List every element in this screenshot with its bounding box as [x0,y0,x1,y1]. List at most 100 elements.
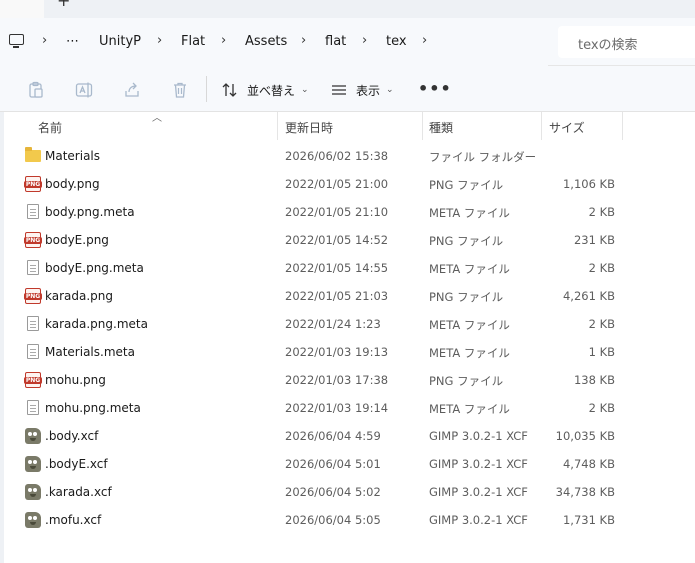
file-type: GIMP 3.0.2-1 XCF [429,457,528,471]
new-tab-button[interactable]: + [57,0,70,9]
chevron-down-icon: ⌄ [386,85,394,95]
png-file-icon [24,288,42,304]
column-header-size[interactable]: サイズ [549,119,585,136]
more-options-button[interactable]: ••• [418,79,452,98]
column-divider[interactable] [422,112,423,140]
file-name: bodyE.png.meta [45,261,144,275]
file-type: ファイル フォルダー [429,150,537,164]
breadcrumb-overflow[interactable]: ⋯ [66,34,79,49]
active-tab[interactable] [0,0,44,18]
breadcrumb-item-assets[interactable]: Assets [245,34,287,49]
view-label: 表示 [356,83,381,98]
file-row[interactable]: .karada.xcf 2026/06/04 5:02 GIMP 3.0.2-1… [4,478,695,506]
file-type: GIMP 3.0.2-1 XCF [429,485,528,499]
file-date: 2022/01/05 14:52 [285,233,389,247]
file-row[interactable]: body.png.meta 2022/01/05 21:10 META ファイル… [4,198,695,226]
file-date: 2026/06/04 5:05 [285,513,381,527]
png-file-icon [24,176,42,192]
png-file-icon [24,372,42,388]
file-name: .mofu.xcf [45,513,102,527]
file-type: GIMP 3.0.2-1 XCF [429,513,528,527]
file-name: karada.png.meta [45,317,148,331]
file-date: 2022/01/05 21:00 [285,177,389,191]
gimp-file-icon [25,484,41,500]
column-header-type[interactable]: 種類 [429,119,453,136]
chevron-right-icon[interactable]: › [157,33,162,48]
file-type: GIMP 3.0.2-1 XCF [429,429,528,443]
file-size: 34,738 KB [555,485,615,499]
file-date: 2022/01/05 14:55 [285,261,389,275]
breadcrumb-item-unityp[interactable]: UnityP [99,34,141,49]
command-bar: 並べ替え ⌄ 表示 ⌄ ••• [0,66,695,112]
share-icon[interactable] [123,81,141,99]
file-size: 138 KB [573,373,615,387]
file-name: body.png.meta [45,205,135,219]
document-icon [27,344,39,359]
breadcrumb-item-flat[interactable]: Flat [181,34,205,49]
file-row[interactable]: Materials.meta 2022/01/03 19:13 META ファイ… [4,338,695,366]
file-row[interactable]: bodyE.png 2022/01/05 14:52 PNG ファイル 231 … [4,226,695,254]
chevron-right-icon[interactable]: › [221,33,226,48]
file-row[interactable]: .bodyE.xcf 2026/06/04 5:01 GIMP 3.0.2-1 … [4,450,695,478]
png-file-icon [24,232,42,248]
file-type: PNG ファイル [429,234,504,248]
column-divider[interactable] [622,112,623,140]
file-name: .bodyE.xcf [45,457,108,471]
file-row[interactable]: body.png 2022/01/05 21:00 PNG ファイル 1,106… [4,170,695,198]
chevron-down-icon: ⌄ [301,85,309,95]
column-divider[interactable] [277,112,278,140]
column-header-name[interactable]: 名前 [38,119,62,136]
paste-icon[interactable] [27,81,45,99]
search-box[interactable]: texの検索 [558,26,695,58]
toolbar-divider [206,76,207,102]
file-name: .body.xcf [45,429,99,443]
file-type: META ファイル [429,262,510,276]
file-name: mohu.png.meta [45,401,141,415]
file-type: META ファイル [429,402,510,416]
sort-button[interactable]: 並べ替え ⌄ [221,80,309,100]
gimp-file-icon [25,512,41,528]
tab-strip: + [0,0,695,18]
search-input[interactable]: texの検索 [578,34,638,53]
delete-icon[interactable] [171,81,189,99]
file-size: 10,035 KB [555,429,615,443]
file-name: Materials [45,149,101,163]
file-size: 231 KB [573,233,615,247]
file-row[interactable]: karada.png.meta 2022/01/24 1:23 META ファイ… [4,310,695,338]
file-name: body.png [45,177,100,191]
column-divider[interactable] [541,112,542,140]
chevron-right-icon[interactable]: › [422,33,427,48]
file-date: 2022/01/03 19:14 [285,401,389,415]
file-type: PNG ファイル [429,374,504,388]
file-size: 2 KB [588,317,615,331]
file-size: 2 KB [588,261,615,275]
chevron-right-icon[interactable]: › [42,33,47,48]
rename-icon[interactable] [75,81,93,99]
chevron-right-icon[interactable]: › [362,33,367,48]
file-row[interactable]: .body.xcf 2026/06/04 4:59 GIMP 3.0.2-1 X… [4,422,695,450]
folder-icon [25,147,41,162]
file-name: karada.png [45,289,114,303]
file-row[interactable]: bodyE.png.meta 2022/01/05 14:55 META ファイ… [4,254,695,282]
file-row[interactable]: mohu.png.meta 2022/01/03 19:14 META ファイル… [4,394,695,422]
document-icon [27,400,39,415]
breadcrumb-item-tex[interactable]: tex [386,34,407,49]
this-pc-icon[interactable] [9,34,24,48]
file-row[interactable]: Materials 2026/06/02 15:38 ファイル フォルダー [4,142,695,170]
file-row[interactable]: karada.png 2022/01/05 21:03 PNG ファイル 4,2… [4,282,695,310]
breadcrumb[interactable]: › ⋯ UnityP › Flat › Assets › flat › tex … [0,18,548,66]
column-header-date[interactable]: 更新日時 [285,119,333,136]
file-size: 1,106 KB [562,177,615,191]
view-button[interactable]: 表示 ⌄ [330,80,394,100]
file-date: 2022/01/03 17:38 [285,373,389,387]
breadcrumb-item-flat-lower[interactable]: flat [325,34,346,49]
file-type: META ファイル [429,346,510,360]
file-date: 2022/01/03 19:13 [285,345,389,359]
chevron-right-icon[interactable]: › [301,33,306,48]
gimp-file-icon [25,428,41,444]
sort-icon [222,83,237,97]
file-row[interactable]: .mofu.xcf 2026/06/04 5:05 GIMP 3.0.2-1 X… [4,506,695,534]
document-icon [27,316,39,331]
file-row[interactable]: mohu.png 2022/01/03 17:38 PNG ファイル 138 K… [4,366,695,394]
document-icon [27,204,39,219]
